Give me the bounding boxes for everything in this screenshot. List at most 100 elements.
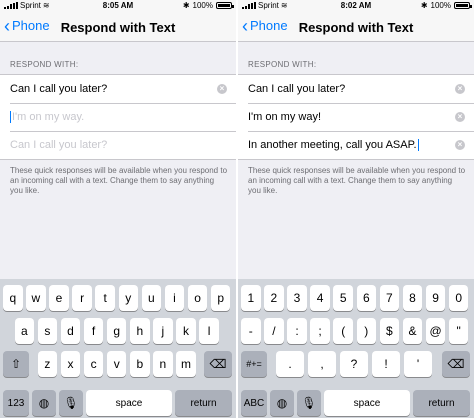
delete-key[interactable]: ⌫: [442, 351, 470, 377]
key[interactable]: :: [287, 318, 307, 344]
mic-key[interactable]: 🎙: [297, 390, 321, 416]
response-field-1[interactable]: Can I call you later? ×: [238, 75, 474, 103]
key[interactable]: r: [72, 285, 92, 311]
back-button[interactable]: ‹ Phone: [4, 15, 50, 36]
key[interactable]: s: [37, 318, 58, 344]
key[interactable]: 9: [425, 285, 446, 311]
key[interactable]: !: [372, 351, 400, 377]
key[interactable]: y: [118, 285, 139, 311]
key[interactable]: h: [130, 318, 150, 344]
delete-backspace-icon: ⌫: [447, 357, 465, 371]
back-label: Phone: [250, 18, 288, 33]
key[interactable]: 5: [333, 285, 353, 311]
key[interactable]: g: [106, 318, 127, 344]
key[interactable]: /: [264, 318, 284, 344]
clear-x-icon[interactable]: ×: [455, 84, 465, 94]
key[interactable]: v: [106, 351, 127, 377]
globe-icon: ◍: [38, 396, 50, 410]
key[interactable]: l: [199, 318, 219, 344]
back-button[interactable]: ‹ Phone: [242, 17, 288, 35]
clear-x-icon[interactable]: ×: [455, 140, 465, 150]
key[interactable]: m: [176, 351, 196, 377]
key[interactable]: &: [402, 318, 423, 344]
key[interactable]: p: [210, 285, 231, 311]
navigation-bar: ‹ Phone Respond with Text: [238, 12, 474, 42]
section-header: RESPOND WITH:: [248, 60, 317, 69]
key[interactable]: n: [153, 351, 173, 377]
key[interactable]: f: [83, 318, 104, 344]
key[interactable]: ": [448, 318, 469, 344]
mic-key[interactable]: 🎙: [59, 390, 83, 416]
key[interactable]: k: [176, 318, 196, 344]
footer-note: These quick responses will be available …: [10, 166, 228, 195]
key[interactable]: z: [37, 351, 58, 377]
key[interactable]: x: [60, 351, 81, 377]
key[interactable]: u: [141, 285, 162, 311]
key[interactable]: j: [153, 318, 173, 344]
clear-x-icon[interactable]: ×: [217, 84, 227, 94]
microphone-icon: 🎙: [63, 396, 79, 410]
space-key[interactable]: space: [324, 390, 410, 416]
key[interactable]: w: [26, 285, 46, 311]
keyboard-row-3: ⇧ z x c v b n m ⌫: [0, 351, 236, 377]
key[interactable]: t: [95, 285, 115, 311]
response-value: Can I call you later?: [10, 83, 108, 95]
shift-key[interactable]: ⇧: [3, 351, 29, 377]
keyboard: q w e r t y u i o p a s d f g h j k l ⇧ …: [0, 279, 236, 418]
key[interactable]: 2: [264, 285, 284, 311]
clear-x-icon[interactable]: ×: [455, 112, 465, 122]
key[interactable]: ): [356, 318, 377, 344]
globe-key[interactable]: ◍: [270, 390, 294, 416]
key[interactable]: o: [187, 285, 208, 311]
keyboard-row-4: ABC ◍ 🎙 space return: [238, 390, 474, 416]
symbols-key[interactable]: #+=: [241, 351, 267, 377]
response-value: In another meeting, call you ASAP.: [248, 139, 417, 151]
key[interactable]: b: [130, 351, 150, 377]
response-field-1[interactable]: Can I call you later? ×: [0, 75, 236, 103]
response-placeholder: Can I call you later?: [10, 139, 108, 151]
chevron-left-icon: ‹: [4, 15, 10, 36]
key[interactable]: 0: [448, 285, 469, 311]
key[interactable]: @: [425, 318, 446, 344]
section-header: RESPOND WITH:: [10, 60, 79, 69]
key[interactable]: ': [404, 351, 432, 377]
return-key[interactable]: return: [413, 390, 470, 416]
key[interactable]: 3: [287, 285, 307, 311]
status-bar: Sprint ≋ 8:05 AM ✱ 100%: [0, 0, 236, 12]
status-right: ✱ 100%: [420, 1, 472, 10]
key[interactable]: 1: [241, 285, 261, 311]
key[interactable]: ?: [340, 351, 368, 377]
key[interactable]: 8: [402, 285, 423, 311]
key[interactable]: (: [333, 318, 353, 344]
key[interactable]: 4: [310, 285, 330, 311]
space-key[interactable]: space: [86, 390, 172, 416]
back-label: Phone: [12, 18, 50, 33]
globe-key[interactable]: ◍: [32, 390, 56, 416]
key[interactable]: q: [3, 285, 23, 311]
key[interactable]: d: [60, 318, 81, 344]
response-field-3[interactable]: Can I call you later?: [0, 131, 236, 159]
key[interactable]: 6: [356, 285, 377, 311]
battery-percent: 100%: [192, 1, 213, 10]
delete-key[interactable]: ⌫: [204, 351, 232, 377]
mode-key[interactable]: 123: [3, 390, 29, 416]
key[interactable]: 7: [379, 285, 400, 311]
response-field-3[interactable]: In another meeting, call you ASAP. ×: [238, 131, 474, 159]
key[interactable]: e: [49, 285, 69, 311]
key[interactable]: i: [164, 285, 185, 311]
keyboard-row-2: - / : ; ( ) $ & @ ": [238, 318, 474, 344]
mode-key[interactable]: ABC: [241, 390, 267, 416]
key[interactable]: .: [276, 351, 304, 377]
footer-note: These quick responses will be available …: [248, 166, 466, 195]
key[interactable]: c: [83, 351, 104, 377]
bluetooth-icon: ✱: [420, 1, 428, 10]
key[interactable]: ;: [310, 318, 330, 344]
key[interactable]: -: [241, 318, 261, 344]
key[interactable]: a: [14, 318, 35, 344]
key[interactable]: $: [379, 318, 400, 344]
key[interactable]: ,: [308, 351, 336, 377]
return-key[interactable]: return: [175, 390, 232, 416]
response-field-2[interactable]: I'm on my way! ×: [238, 103, 474, 131]
phone-screen-left: Sprint ≋ 8:05 AM ✱ 100% ‹ Phone Respond …: [0, 0, 236, 418]
response-field-2[interactable]: I'm on my way.: [0, 103, 236, 131]
